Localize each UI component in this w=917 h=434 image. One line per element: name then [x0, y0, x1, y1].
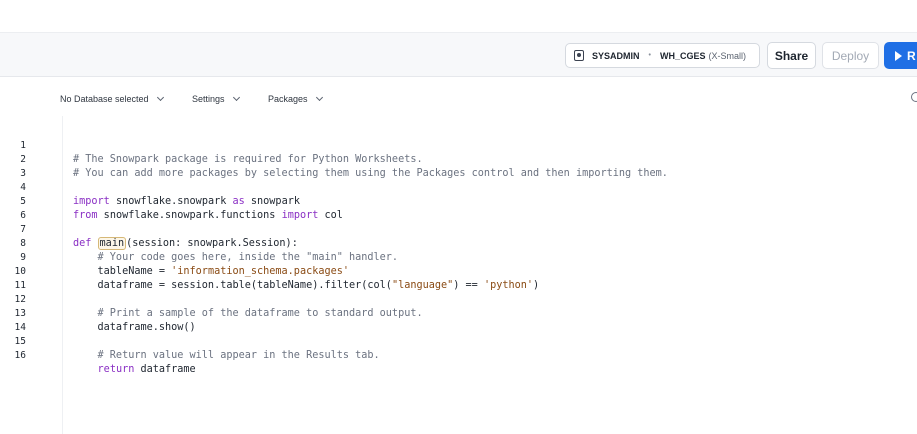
search-icon[interactable] — [911, 92, 917, 102]
code-line: 1 # The Snowpark package is required for… — [0, 125, 917, 165]
chevron-down-icon — [232, 93, 240, 102]
share-button[interactable]: Share — [767, 42, 816, 69]
code-line: 10 dataframe = session.table(tableName).… — [0, 251, 917, 291]
warehouse-size: (X-Small) — [708, 50, 746, 61]
play-icon — [895, 50, 902, 61]
settings-dropdown[interactable]: Settings — [192, 93, 240, 104]
chevron-down-icon — [156, 93, 164, 102]
run-label: R — [907, 48, 916, 63]
code-line: 2 # You can add more packages by selecti… — [0, 139, 917, 179]
packages-label: Packages — [268, 94, 308, 104]
context-separator: • — [648, 52, 651, 59]
code-line: 3 — [0, 153, 917, 179]
database-selector[interactable]: No Database selected — [60, 93, 164, 104]
packages-dropdown[interactable]: Packages — [268, 93, 323, 104]
worksheet-toolbar: No Database selected Settings Packages — [0, 90, 917, 110]
deploy-button[interactable]: Deploy — [822, 42, 879, 69]
database-label: No Database selected — [60, 94, 149, 104]
code-line: 5 from snowflake.snowpark.functions impo… — [0, 181, 917, 221]
code-line: 15 # Return value will appear in the Res… — [0, 321, 917, 361]
line-number: 16 — [14, 350, 26, 361]
code-line: 11 — [0, 265, 917, 291]
code-line: 4 import snowflake.snowpark as snowpark — [0, 167, 917, 207]
settings-label: Settings — [192, 94, 225, 104]
code-line: 16 return dataframe — [0, 335, 917, 375]
code-line: 6 — [0, 195, 917, 221]
code-editor[interactable]: 1 # The Snowpark package is required for… — [0, 125, 917, 375]
role-icon — [574, 50, 584, 61]
context-selector[interactable]: SYSADMIN • WH_CGES (X-Small) — [565, 43, 760, 68]
warehouse-name: WH_CGES — [659, 50, 706, 61]
code-line: 7 def main (session: snowpark.Session): — [0, 209, 917, 250]
code-line: 8 # Your code goes here, inside the "mai… — [0, 223, 917, 263]
chevron-down-icon — [315, 93, 323, 102]
code-text: return dataframe — [97, 364, 196, 375]
top-strip — [0, 0, 917, 33]
code-line: 12 # Print a sample of the dataframe to … — [0, 279, 917, 319]
code-text: # Return value will appear in the Result… — [73, 350, 380, 361]
code-line: 13 dataframe.show() — [0, 293, 917, 333]
role-name: SYSADMIN — [592, 50, 640, 61]
code-line: 14 — [0, 307, 917, 333]
run-button[interactable]: R — [884, 42, 917, 69]
code-line: 9 tableName = 'information_schema.packag… — [0, 237, 917, 277]
